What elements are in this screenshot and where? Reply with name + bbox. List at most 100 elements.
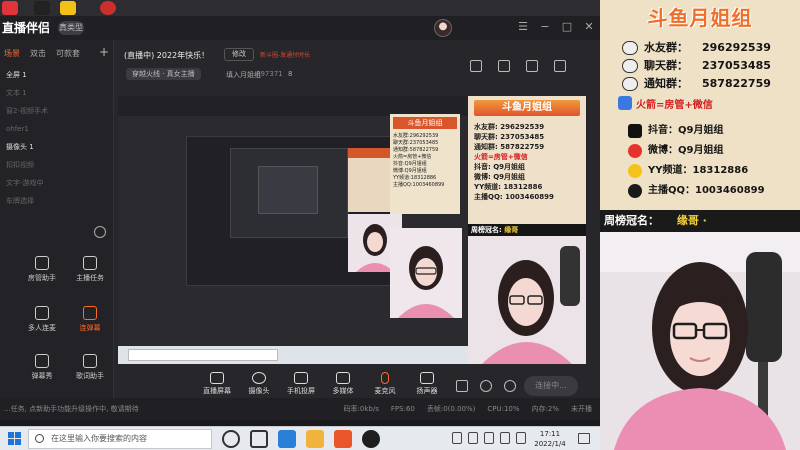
scene-item[interactable]: 扣扣视频	[6, 156, 107, 174]
weekly-crown-bar: 周榜冠名： 缘哥 ·	[600, 210, 800, 232]
danmu-icon	[83, 306, 97, 320]
start-live-button[interactable]: 连接中...	[524, 376, 578, 396]
group-number: 587822759	[702, 77, 771, 90]
preview-nested-app: 斗鱼月姐组 水友群:296292539 聊天群:237053485 通知群:58…	[118, 96, 468, 364]
share-icon[interactable]	[554, 60, 566, 72]
obs-icon[interactable]	[362, 430, 380, 448]
eye-icon[interactable]	[480, 380, 492, 392]
show-icon	[35, 354, 49, 368]
tool-label: 连弹幕	[79, 324, 101, 332]
speaker-button[interactable]: 扬声器	[406, 372, 448, 396]
preview-taskbar	[118, 346, 468, 364]
scene-item[interactable]: 文本 1	[6, 84, 107, 102]
task-icon	[83, 256, 97, 270]
preview-panel-title: 斗鱼月姐组	[393, 117, 457, 129]
network-icon[interactable]	[484, 432, 494, 444]
room-admin-tool[interactable]: 房管助手	[22, 256, 62, 283]
social-label: 抖音：	[648, 125, 678, 136]
tab-scenes[interactable]: 场景	[4, 48, 20, 62]
cortana-icon[interactable]	[222, 430, 240, 448]
media-button[interactable]: 多媒体	[322, 372, 364, 396]
preview-panel-line: 聊天群:237053485	[393, 140, 439, 146]
tool-label: 房管助手	[28, 274, 56, 282]
tool-label: 歌词助手	[76, 372, 104, 380]
douyin-app-icon[interactable]	[2, 1, 18, 15]
scene-item[interactable]: ohfer1	[6, 120, 107, 138]
scene-item[interactable]: 全屏 1	[6, 66, 107, 84]
room-category[interactable]: 穿越火线 · 真女主播	[126, 68, 201, 80]
host-task-tool[interactable]: 主播任务	[70, 256, 110, 283]
scene-sidebar: 场景 双击 可款套 + 全屏 1 文本 1 窗2-视频手术 ohfer1 摄像头…	[0, 40, 114, 398]
collapse-circle-icon[interactable]	[94, 226, 106, 238]
room-warning[interactable]: 新斗圈-发通付时长	[260, 50, 310, 59]
scene-item[interactable]: 文字-游戏中	[6, 174, 107, 192]
chevron-up-icon[interactable]	[468, 432, 478, 444]
close-icon[interactable]: ✕	[582, 20, 596, 34]
system-tray	[452, 432, 526, 444]
menu-icon[interactable]: ☰	[516, 20, 530, 34]
window-controls: ☰ − □ ✕	[516, 20, 596, 34]
lock-icon[interactable]	[498, 60, 510, 72]
screen-capture-button[interactable]: 直播屏幕	[196, 372, 238, 396]
preview-panel-line: 微博:Q9月姐组	[393, 168, 427, 174]
preview-camera	[468, 236, 586, 364]
status-live-state: 未开播	[571, 405, 592, 413]
live-companion-taskbar-icon[interactable]	[334, 430, 352, 448]
volume-icon[interactable]	[500, 432, 510, 444]
gear-icon[interactable]	[504, 380, 516, 392]
modify-title-button[interactable]: 修改	[224, 48, 254, 61]
social-label: 微博：	[648, 145, 678, 156]
add-scene-icon[interactable]: +	[99, 46, 109, 62]
btool-label: 扬声器	[416, 387, 438, 395]
social-row: YY频道：18312886	[648, 163, 748, 179]
status-message: ...任务, 点新助手功能升级操作中, 敬请期待	[4, 405, 139, 413]
multi-mic-tool[interactable]: 多人连麦	[22, 306, 62, 333]
webcam-feed	[600, 232, 800, 450]
preview-crown-label: 周榜冠名:	[471, 226, 502, 234]
yellow-app-icon[interactable]	[60, 1, 76, 15]
layout-icon[interactable]	[470, 60, 482, 72]
maximize-icon[interactable]: □	[560, 20, 574, 34]
version-pill[interactable]: 真类型	[58, 21, 84, 35]
red-app-icon[interactable]	[100, 1, 116, 15]
preview-panel-line: 火箭=房管+微信	[393, 154, 432, 160]
social-row: 微博：Q9月姐组	[648, 143, 723, 159]
phone-cast-button[interactable]: 手机投屏	[280, 372, 322, 396]
group-row: 通知群： 587822759	[622, 76, 771, 92]
stream-preview[interactable]: 斗鱼月姐组 水友群:296292539 聊天群:237053485 通知群:58…	[118, 96, 586, 364]
notification-icon[interactable]	[578, 433, 590, 444]
danmu-show-tool[interactable]: 弹幕秀	[22, 354, 62, 381]
phone-icon	[294, 372, 308, 384]
social-value: Q9月姐组	[678, 125, 724, 136]
lyrics-tool[interactable]: 歌词助手	[70, 354, 110, 381]
scene-item[interactable]: 窗2-视频手术	[6, 102, 107, 120]
settings-icon[interactable]	[526, 60, 538, 72]
microphone-button[interactable]: 麦克风	[364, 372, 406, 396]
scene-item[interactable]: 车牌选择	[6, 192, 107, 210]
taskbar-search-input[interactable]: 在这里输入你要搜索的内容	[28, 429, 212, 449]
edge-icon[interactable]	[278, 430, 296, 448]
lyrics-icon	[83, 354, 97, 368]
record-icon[interactable]	[456, 380, 468, 392]
minimize-icon[interactable]: −	[538, 20, 552, 34]
taskbar-clock[interactable]: 17:11 2022/1/4	[530, 429, 570, 449]
tab-double[interactable]: 双击	[30, 48, 46, 62]
camera-button[interactable]: 摄像头	[238, 372, 280, 396]
task-view-icon[interactable]	[250, 430, 268, 448]
person-icon[interactable]	[452, 432, 462, 444]
room-header: (直播中) 2022年快乐！ 修改 新斗圈-发通付时长 穿越火线 · 真女主播 …	[118, 46, 418, 86]
tab-templates[interactable]: 可款套	[56, 48, 80, 62]
user-avatar[interactable]	[434, 19, 452, 37]
qq-icon	[628, 184, 642, 198]
preview-info-line: YY频道: 18312886	[474, 183, 543, 191]
crown-label: 周榜冠名：	[604, 214, 659, 227]
danmu-tool[interactable]: 连弹幕	[70, 306, 110, 333]
windows-start-icon[interactable]	[8, 432, 21, 445]
streamer-photo-preview	[468, 236, 586, 364]
dark-app-icon[interactable]	[34, 1, 50, 15]
status-cpu: CPU:10%	[487, 405, 520, 413]
group-number: 237053485	[702, 59, 771, 72]
ime-icon[interactable]	[516, 432, 526, 444]
folder-icon[interactable]	[306, 430, 324, 448]
scene-item[interactable]: 摄像头 1	[6, 138, 107, 156]
